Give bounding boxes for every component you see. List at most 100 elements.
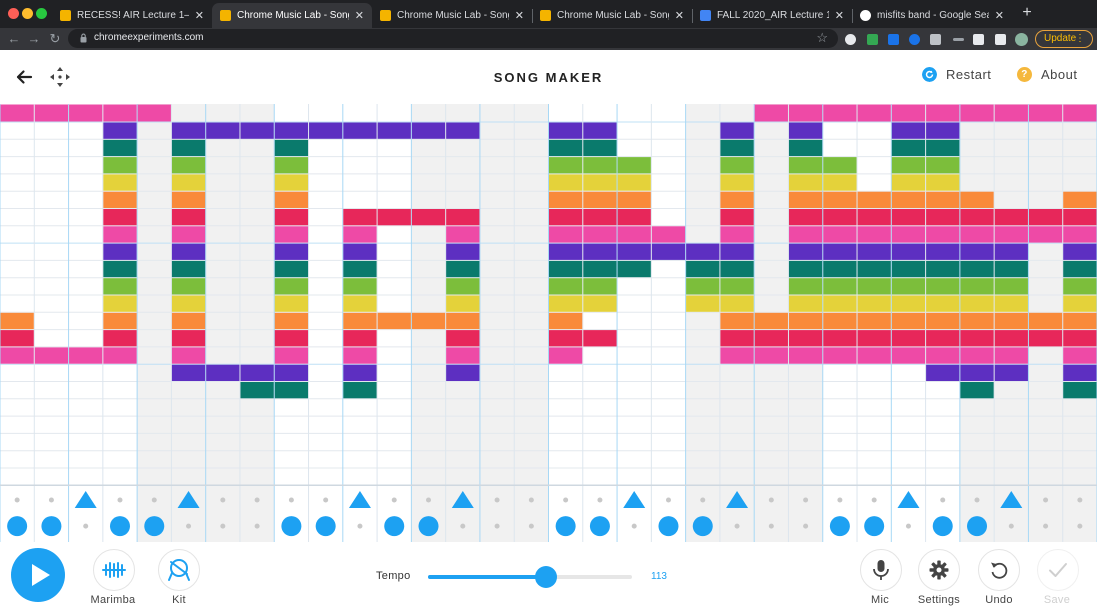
- browser-reload-icon[interactable]: ↻: [47, 30, 63, 48]
- tab-close-icon[interactable]: ✕: [515, 9, 524, 22]
- browser-back-icon[interactable]: ←: [6, 30, 22, 48]
- rhythm-empty-dot: [494, 497, 500, 503]
- melody-note: [583, 226, 617, 243]
- rhythm-low-note: [109, 516, 130, 537]
- melody-note: [926, 191, 960, 208]
- play-button[interactable]: [11, 548, 65, 602]
- melody-note: [549, 243, 583, 260]
- profile-avatar-icon[interactable]: [1015, 33, 1028, 46]
- about-button[interactable]: ? About: [1017, 67, 1077, 82]
- address-bar[interactable]: chromeexperiments.com ☆: [68, 29, 838, 48]
- browser-tab[interactable]: Chrome Music Lab - Song Mak ✕: [532, 3, 692, 28]
- melody-note: [960, 347, 994, 364]
- melody-note: [549, 347, 583, 364]
- mic-button[interactable]: [860, 549, 902, 591]
- melody-note: [994, 243, 1028, 260]
- melody-note: [617, 209, 651, 226]
- rhythm-empty-dot: [220, 523, 226, 529]
- extension-icon[interactable]: [845, 34, 856, 45]
- melody-note: [34, 347, 69, 364]
- rhythm-empty-dot: [391, 497, 397, 503]
- bookmark-star-icon[interactable]: ☆: [816, 30, 828, 46]
- melody-note: [720, 243, 754, 260]
- grid-column-bg: [514, 104, 549, 542]
- puzzle-extensions-icon[interactable]: [995, 34, 1006, 45]
- rhythm-empty-dot: [460, 523, 466, 529]
- rhythm-low-note: [281, 516, 302, 537]
- tab-close-icon[interactable]: ✕: [675, 9, 684, 22]
- browser-forward-icon[interactable]: →: [26, 30, 42, 48]
- tab-close-icon[interactable]: ✕: [355, 9, 364, 22]
- melody-note: [103, 312, 137, 330]
- melody-note: [857, 191, 891, 208]
- browser-tab[interactable]: FALL 2020_AIR Lecture 1 - Goo ✕: [692, 3, 852, 28]
- instrument-button[interactable]: [93, 549, 135, 591]
- melody-note: [720, 295, 754, 312]
- kit-label: Kit: [172, 594, 186, 606]
- about-label: About: [1041, 67, 1078, 82]
- melody-note: [857, 295, 891, 312]
- browser-toolbar: ← → ↻ chromeexperiments.com ☆ Update ⋮: [0, 28, 1097, 50]
- melody-note: [686, 278, 720, 295]
- melody-note: [960, 226, 994, 243]
- melody-note: [171, 312, 206, 330]
- browser-tab[interactable]: RECESS! AIR Lecture 1—Fall 20 ✕: [52, 3, 212, 28]
- play-icon: [32, 564, 50, 586]
- new-tab-button[interactable]: +: [1019, 4, 1035, 22]
- rhythm-low-note: [418, 516, 439, 537]
- tab-close-icon[interactable]: ✕: [195, 9, 204, 22]
- melody-note: [377, 209, 411, 226]
- melody-note: [137, 104, 171, 122]
- kit-button[interactable]: [158, 549, 200, 591]
- tab-close-icon[interactable]: ✕: [835, 9, 844, 22]
- melody-note: [343, 295, 377, 312]
- undo-icon: [991, 562, 1008, 579]
- undo-button[interactable]: [978, 549, 1020, 591]
- tab-close-icon[interactable]: ✕: [995, 9, 1004, 22]
- settings-button[interactable]: [918, 549, 960, 591]
- browser-tab[interactable]: misfits band - Google Search ✕: [852, 3, 1012, 28]
- melody-note: [103, 191, 137, 208]
- tempo-slider[interactable]: [428, 566, 632, 588]
- browser-tab[interactable]: Chrome Music Lab - Song Mak ✕: [372, 3, 532, 28]
- rhythm-empty-dot: [14, 497, 20, 503]
- melody-note: [926, 347, 960, 364]
- restart-button[interactable]: Restart: [922, 67, 991, 82]
- close-window-button[interactable]: [8, 8, 19, 19]
- save-button[interactable]: [1037, 549, 1079, 591]
- rhythm-empty-dot: [700, 497, 706, 503]
- grid-column-bg: [205, 104, 241, 542]
- reader-extension-icon[interactable]: [930, 34, 941, 45]
- rhythm-low-note: [41, 516, 62, 537]
- update-chrome-button[interactable]: Update ⋮: [1035, 30, 1093, 48]
- melody-note: [343, 243, 377, 260]
- rhythm-empty-dot: [1008, 523, 1014, 529]
- melody-note: [926, 295, 960, 312]
- browser-tab-active[interactable]: Chrome Music Lab - Song Mak ✕: [212, 3, 372, 28]
- google-drive-extension-icon[interactable]: [867, 34, 878, 45]
- dots-extension-icon[interactable]: [953, 38, 964, 41]
- grid-column-bg: [685, 104, 721, 542]
- melody-note: [274, 122, 309, 139]
- lock-icon: [80, 33, 87, 43]
- zoom-extension-icon[interactable]: [909, 34, 920, 45]
- zoom-window-button[interactable]: [36, 8, 47, 19]
- tempo-slider-handle[interactable]: [535, 566, 558, 588]
- melody-note: [274, 312, 309, 330]
- rhythm-empty-dot: [528, 523, 534, 529]
- minimize-window-button[interactable]: [22, 8, 33, 19]
- song-grid[interactable]: [0, 104, 1097, 542]
- melody-note: [994, 209, 1028, 226]
- controls-bar: Marimba Kit Tempo 113 Mic Settings Undo …: [0, 542, 1097, 612]
- melody-note: [446, 312, 480, 330]
- save-label: Save: [1043, 594, 1071, 606]
- melody-note: [309, 122, 343, 139]
- tab-title: Chrome Music Lab - Song Mak: [237, 10, 349, 21]
- melody-note: [171, 330, 206, 347]
- melody-note: [960, 243, 994, 260]
- microphone-icon: [873, 560, 889, 580]
- screenshot-extension-icon[interactable]: [973, 34, 984, 45]
- melody-note: [960, 364, 994, 381]
- tab-favicon-icon: [220, 10, 231, 21]
- camera-extension-icon[interactable]: [888, 34, 899, 45]
